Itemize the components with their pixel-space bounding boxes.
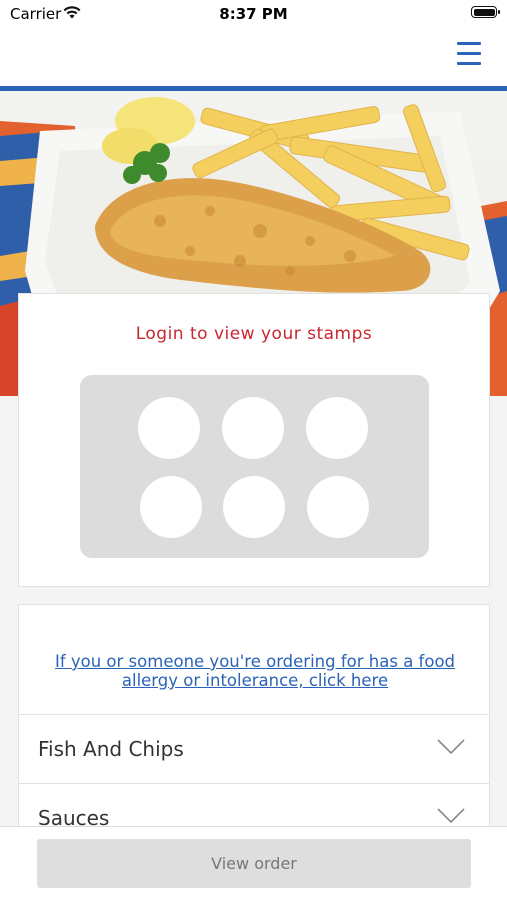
status-time: 8:37 PM xyxy=(219,5,288,23)
chevron-down-icon xyxy=(437,739,465,755)
hamburger-menu-icon[interactable] xyxy=(457,42,481,65)
status-bar: Carrier 8:37 PM xyxy=(0,0,507,30)
stamp-grid xyxy=(80,375,429,558)
stamp-slot xyxy=(222,397,284,459)
login-to-view-stamps-link[interactable]: Login to view your stamps xyxy=(19,324,489,344)
allergy-info-link[interactable]: If you or someone you're ordering for ha… xyxy=(39,652,471,690)
category-row-fish-and-chips[interactable]: Fish And Chips xyxy=(19,714,489,784)
stamp-slot xyxy=(307,476,369,538)
bottom-bar: View order xyxy=(0,826,507,900)
stamp-card: Login to view your stamps xyxy=(18,293,490,587)
stamp-slot xyxy=(138,397,200,459)
battery-icon xyxy=(471,6,500,18)
chevron-down-icon xyxy=(437,808,465,824)
stamp-slot xyxy=(140,476,202,538)
stamp-slot xyxy=(223,476,285,538)
view-order-button[interactable]: View order xyxy=(37,839,471,888)
stamp-slot xyxy=(306,397,368,459)
nav-bar xyxy=(0,30,507,86)
category-label: Fish And Chips xyxy=(38,737,184,761)
